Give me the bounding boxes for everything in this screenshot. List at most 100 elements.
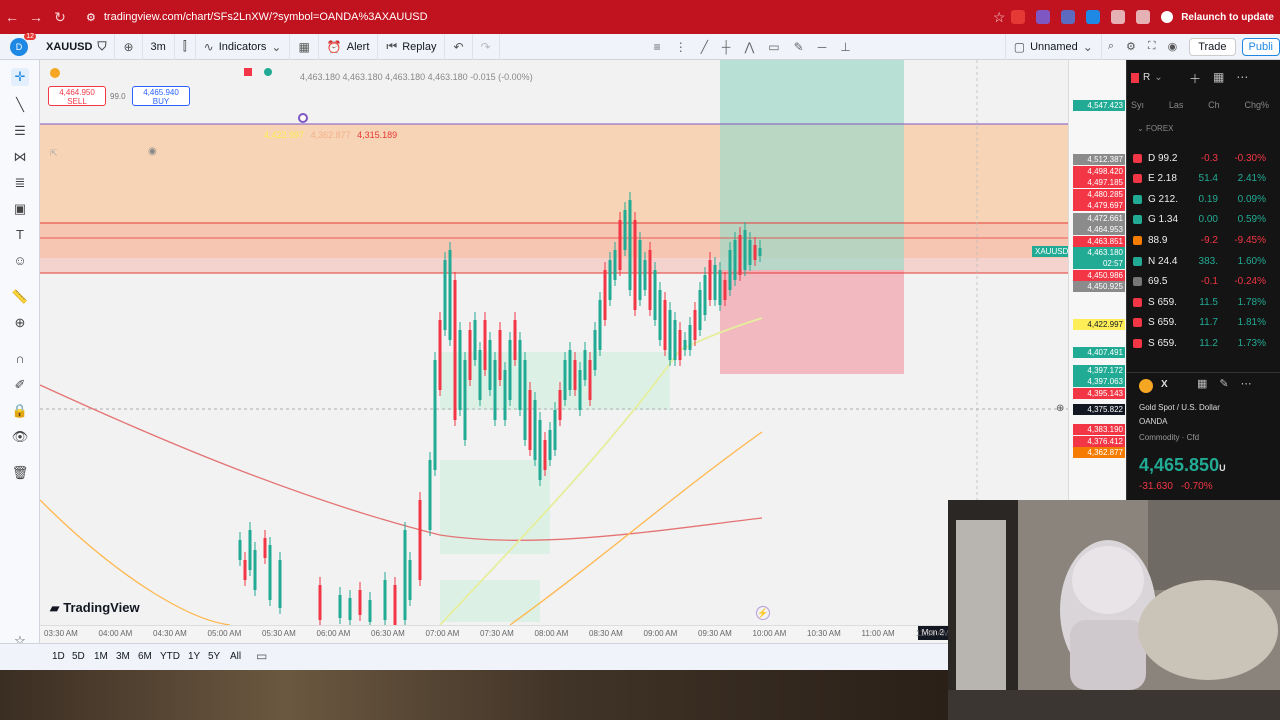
time-scale[interactable]: Mon 2 03:30 AM 04:00 AM 04:30 AM 05:00 AM 05… (40, 625, 949, 643)
drawing-handle[interactable] (298, 113, 308, 123)
watchlist-row[interactable]: G 212. 0.19 0.09% (1129, 189, 1269, 209)
rectangle-icon[interactable]: ▭ (768, 40, 779, 54)
plus-icon[interactable]: ＋ (1189, 70, 1201, 87)
more-icon[interactable]: ⋯ (1241, 377, 1252, 390)
range-button-5y[interactable]: 5Y (208, 651, 220, 662)
watchlist-row[interactable]: S 659. 11.5 1.78% (1129, 292, 1269, 312)
pattern-tool-icon[interactable]: ⋈ (11, 148, 29, 166)
text-tool-icon[interactable]: T (11, 226, 29, 244)
col-symbol[interactable]: Syı (1131, 100, 1144, 110)
lightning-icon[interactable]: ⚡ (756, 606, 770, 620)
add-alert-plus-icon[interactable]: ⊕ (1056, 403, 1064, 414)
sidebar-icon[interactable] (1136, 10, 1151, 24)
trash-icon[interactable]: 🗑 (11, 464, 29, 482)
undo-button[interactable]: ↶ (445, 33, 473, 60)
symbol-search-button[interactable]: XAUUSD ⛉ (38, 33, 116, 60)
range-button-5d[interactable]: 5D (72, 651, 85, 662)
lock-drawings-icon[interactable]: 🔒 (11, 402, 29, 420)
edit-icon[interactable]: ✎ (1219, 377, 1228, 390)
extension-icon[interactable] (1086, 10, 1101, 24)
extension-icon[interactable] (1036, 10, 1051, 24)
watchlist-row[interactable]: 69.5 -0.1 -0.24% (1129, 272, 1269, 292)
fib-tool-icon[interactable]: ≣ (11, 174, 29, 192)
range-button-1m[interactable]: 1M (94, 651, 108, 662)
time-axis-label: 07:00 AM (425, 629, 460, 638)
price-chart[interactable] (40, 60, 1068, 625)
hide-drawings-icon[interactable]: 👁 (11, 428, 29, 446)
reload-icon[interactable]: ↻ (48, 9, 72, 26)
more-icon[interactable]: ⋯ (1236, 70, 1248, 87)
site-settings-icon[interactable]: ⚙ (86, 11, 96, 24)
watchlist-row[interactable]: D 99.2 -0.3 -0.30% (1129, 148, 1269, 168)
forward-icon[interactable]: → (24, 9, 48, 25)
shapes-tool-icon[interactable]: ▣ (11, 200, 29, 218)
templates-button[interactable]: ▦ (290, 33, 319, 60)
layout-icon[interactable]: ▦ (1213, 70, 1224, 87)
section-header[interactable]: ⌄ FOREX (1137, 124, 1174, 133)
date-range-calendar-icon[interactable]: ▭ (256, 649, 267, 663)
range-button-6m[interactable]: 6M (138, 651, 152, 662)
trendline-icon[interactable]: ╱ (701, 40, 708, 54)
interval-button[interactable]: 3m (143, 33, 175, 60)
indicators-button[interactable]: ∿ Indicators ⌄ (196, 33, 291, 60)
watchlist-row[interactable]: G 1.34 0.00 0.59% (1129, 210, 1269, 230)
range-button-3m[interactable]: 3M (116, 651, 130, 662)
settings-icon[interactable]: ⚙ (1126, 40, 1136, 53)
trade-button[interactable]: Trade (1189, 37, 1236, 56)
magnet-tool-icon[interactable]: ∩ (11, 350, 29, 368)
hline-icon[interactable]: ─ (818, 40, 827, 54)
watchlist-row[interactable]: 88.9 -9.2 -9.45% (1129, 230, 1269, 250)
search-icon[interactable]: ⌕ (1108, 40, 1114, 53)
fib-icon[interactable]: ≡ (654, 40, 661, 54)
trendline-tool-icon[interactable]: ╲ (11, 96, 29, 114)
brush-icon[interactable]: ✎ (794, 40, 804, 54)
camera-icon[interactable]: ◉ (1168, 40, 1178, 53)
puzzle-icon[interactable] (1111, 10, 1126, 24)
sell-button[interactable]: 4,464.950 SELL (48, 86, 106, 106)
alert-button[interactable]: ⏰ Alert (319, 33, 379, 60)
col-change[interactable]: Ch (1208, 100, 1220, 110)
profile-avatar[interactable] (1161, 11, 1174, 23)
watchlist-row[interactable]: S 659. 11.2 1.73% (1129, 333, 1269, 353)
zoom-tool-icon[interactable]: ⊕ (11, 314, 29, 332)
measure-icon[interactable]: ⊥ (840, 40, 850, 54)
range-button-1d[interactable]: 1D (52, 651, 65, 662)
replay-button[interactable]: ⏮ Replay (378, 33, 446, 60)
horizontal-lines-tool-icon[interactable]: ☰ (11, 122, 29, 140)
extension-icon[interactable] (1011, 10, 1026, 24)
chart-pane[interactable]: 4,464.950 SELL 99.0 4,465.940 BUY 4,463.… (40, 60, 1068, 625)
watchlist-header[interactable]: R ⌄ (1131, 72, 1163, 83)
back-icon[interactable]: ← (0, 9, 24, 25)
compare-button[interactable]: ⊕ (115, 33, 143, 60)
stay-drawing-icon[interactable]: ✐ (11, 376, 29, 394)
fullscreen-icon[interactable]: ⛶ (1148, 40, 1156, 53)
collapse-legend-icon[interactable]: ⇱ (50, 148, 58, 159)
col-last[interactable]: Las (1169, 100, 1184, 110)
range-button-all[interactable]: All (230, 651, 241, 662)
extension-icon[interactable] (1061, 10, 1076, 24)
publish-button[interactable]: Publi (1241, 37, 1280, 56)
eye-icon[interactable]: ◉ (148, 146, 157, 157)
watchlist-row[interactable]: S 659. 11.7 1.81% (1129, 313, 1269, 333)
user-avatar[interactable]: D 12 (10, 32, 36, 56)
crosshair-icon[interactable]: ┼ (722, 40, 731, 54)
watchlist-row[interactable]: N 24.4 383. 1.60% (1129, 251, 1269, 271)
crosshair-tool-icon[interactable]: ✛ (11, 68, 29, 86)
range-button-ytd[interactable]: YTD (160, 651, 180, 662)
watchlist-row[interactable]: E 2.18 51.4 2.41% (1129, 169, 1269, 189)
address-bar[interactable]: ⚙ tradingview.com/chart/SFs2LnXW/?symbol… (86, 11, 987, 24)
emoji-tool-icon[interactable]: ☺ (11, 252, 29, 270)
buy-price: 4,465.940 (143, 88, 179, 97)
range-button-1y[interactable]: 1Y (188, 651, 200, 662)
layout-button[interactable]: ▢ Unnamed ⌄ (1004, 33, 1102, 60)
redo-button[interactable]: ↷ (473, 33, 500, 60)
chart-type-button[interactable]: ⫿ (175, 33, 196, 60)
ruler-tool-icon[interactable]: 📏 (11, 288, 29, 306)
layout-icon[interactable]: ▦ (1197, 377, 1207, 390)
col-change-pct[interactable]: Chg% (1244, 100, 1269, 110)
bookmark-star-icon[interactable]: ☆ (987, 9, 1011, 26)
pattern-icon[interactable]: ⋀ (744, 40, 754, 54)
buy-button[interactable]: 4,465.940 BUY (132, 86, 190, 106)
pitchfork-icon[interactable]: ⋮ (675, 40, 687, 54)
relaunch-button[interactable]: Relaunch to update (1161, 11, 1274, 23)
